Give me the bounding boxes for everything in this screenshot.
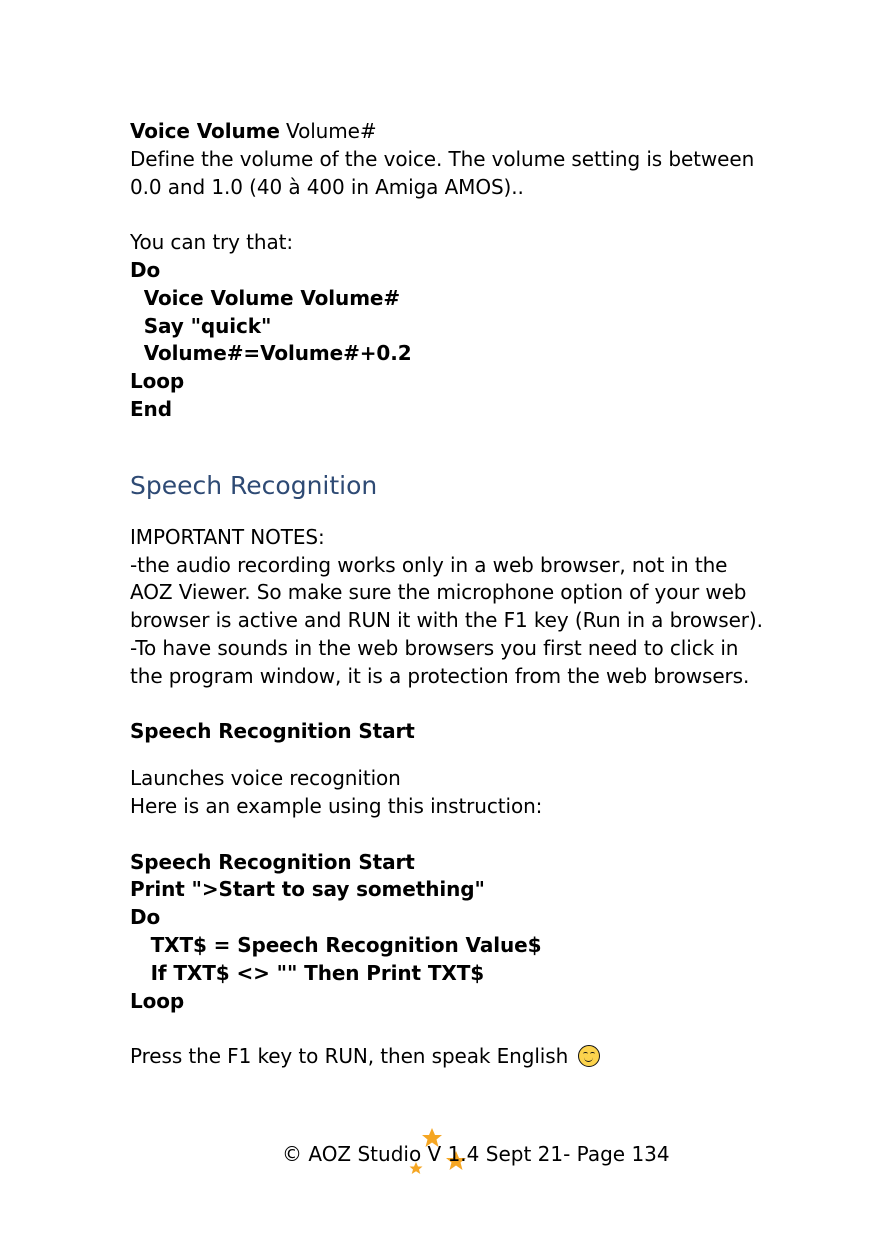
code-line: If TXT$ <> "" Then Print TXT$ [130,960,485,985]
description-line: Here is an example using this instructio… [130,793,543,818]
code-line: End [130,396,172,421]
code-line: Volume#=Volume#+0.2 [130,341,412,366]
code-line: Do [130,257,161,282]
command-title: Speech Recognition Start [130,719,415,744]
code-line: Loop [130,369,185,394]
code-line: Say "quick" [130,313,272,338]
note-line: -the audio recording works only in a web… [130,552,728,577]
description-line: Define the volume of the voice. The volu… [130,146,755,171]
document-page: Voice Volume Volume# Define the volume o… [130,118,830,1071]
code-line: Voice Volume Volume# [130,285,401,310]
voice-volume-title: Voice Volume Volume# [130,118,830,146]
command-name: Voice Volume [130,119,280,143]
note-line: browser is active and RUN it with the F1… [130,608,763,633]
closing-line: Press the F1 key to RUN, then speak Engl… [130,1043,830,1071]
code-block: Speech Recognition Start Print ">Start t… [130,849,830,1016]
note-line: -To have sounds in the web browsers you … [130,635,739,660]
description-line: Launches voice recognition [130,766,401,791]
try-intro: You can try that: [130,230,294,255]
important-notes: IMPORTANT NOTES: -the audio recording wo… [130,524,830,691]
code-line: Do [130,905,161,930]
code-block: Do Voice Volume Volume# Say "quick" Volu… [130,257,830,424]
code-line: Print ">Start to say something" [130,877,485,902]
code-line: TXT$ = Speech Recognition Value$ [130,932,542,957]
closing-text: Press the F1 key to RUN, then speak Engl… [130,1044,569,1069]
page-footer: © AOZ Studio V 1.4 Sept 21- Page 134 [282,1142,670,1166]
note-line: AOZ Viewer. So make sure the microphone … [130,580,747,605]
note-line: the program window, it is a protection f… [130,663,750,688]
note-line: IMPORTANT NOTES: [130,524,325,549]
command-param: Volume# [279,119,377,143]
code-line: Speech Recognition Start [130,849,415,874]
section-heading: Speech Recognition [130,470,378,500]
code-line: Loop [130,988,185,1013]
smiling-face-icon [578,1045,601,1068]
description-line: 0.0 and 1.0 (40 à 400 in Amiga AMOS).. [130,174,524,199]
